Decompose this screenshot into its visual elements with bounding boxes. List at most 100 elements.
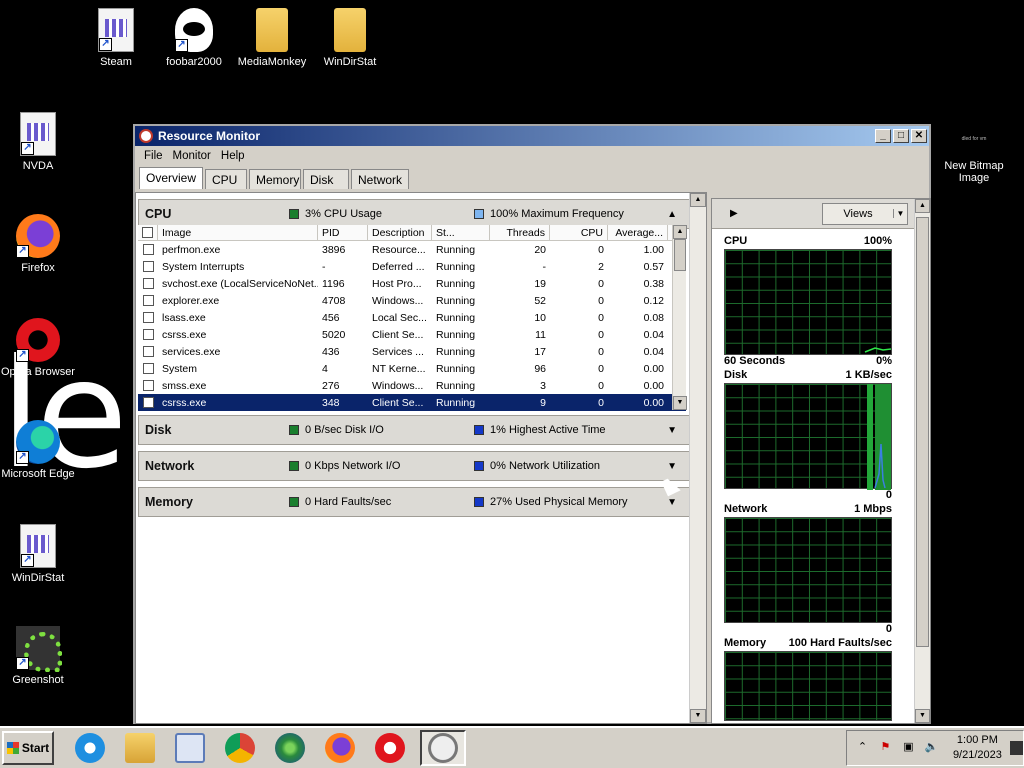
table-row[interactable]: csrss.exe 5020 Client Se... Running 11 0 0.04	[138, 326, 686, 343]
memory-section-header[interactable]: Memory 0 Hard Faults/sec 27% Used Physic…	[138, 487, 690, 517]
table-row[interactable]: explorer.exe 4708 Windows... Running 52 0 0.12	[138, 292, 686, 309]
process-image: csrss.exe	[162, 396, 207, 409]
row-checkbox[interactable]	[138, 380, 158, 391]
scroll-up-icon[interactable]: ▲	[673, 225, 687, 239]
taskbar-file-explorer[interactable]	[120, 730, 160, 766]
desktop-icon-firefox[interactable]: ↗ Firefox	[0, 214, 78, 274]
expand-down-icon[interactable]: ▼	[667, 497, 677, 508]
table-row[interactable]: smss.exe 276 Windows... Running 3 0 0.00	[138, 377, 686, 394]
process-status: Running	[436, 396, 476, 409]
desktop-icon-opera[interactable]: ↗ Opera Browser	[0, 318, 78, 378]
tab-network[interactable]: Network	[351, 169, 410, 189]
desktop-icon-windirstat[interactable]: ↗ WinDirStat	[0, 524, 78, 584]
row-checkbox[interactable]	[138, 312, 158, 323]
table-row[interactable]: perfmon.exe 3896 Resource... Running 20 0 1.00	[138, 241, 686, 258]
desktop-icon-steam[interactable]: ↗ Steam	[76, 8, 156, 68]
tab-cpu[interactable]: CPU	[205, 169, 248, 189]
desktop-icon-nvda[interactable]: ↗ NVDA	[0, 112, 78, 172]
close-button[interactable]: ✕	[911, 129, 927, 143]
table-row[interactable]: svchost.exe (LocalServiceNoNet... 1196 Hos…	[138, 275, 686, 292]
process-cpu: 0	[598, 396, 604, 409]
row-checkbox[interactable]	[138, 397, 158, 408]
table-row[interactable]: System 4 NT Kerne... Running 96 0 0.00	[138, 360, 686, 377]
row-checkbox[interactable]	[138, 295, 158, 306]
scroll-down-icon[interactable]: ▼	[690, 709, 706, 723]
row-checkbox[interactable]	[138, 346, 158, 357]
desktop-icon-foobar2000[interactable]: ↗ foobar2000	[154, 8, 234, 68]
volume-muted-icon[interactable]: 🔈	[924, 740, 939, 756]
table-row[interactable]: System Interrupts - Deferred ... Running - 2 0…	[138, 258, 686, 275]
network-graph-title: Network	[724, 503, 768, 515]
menu-monitor[interactable]: Monitor	[168, 150, 216, 162]
scroll-down-icon[interactable]: ▼	[915, 709, 930, 723]
row-checkbox[interactable]	[138, 278, 158, 289]
expand-down-icon[interactable]: ▼	[667, 425, 677, 436]
taskbar-internet-explorer[interactable]	[70, 730, 110, 766]
start-button[interactable]: Start	[2, 731, 54, 765]
tab-memory[interactable]: Memory	[249, 169, 302, 189]
process-cpu: 0	[598, 294, 604, 307]
disk-section-header[interactable]: Disk 0 B/sec Disk I/O 1% Highest Active …	[138, 415, 690, 445]
desktop-icon-edge[interactable]: ↗ Microsoft Edge	[0, 420, 78, 480]
row-checkbox[interactable]	[138, 244, 158, 255]
title-bar[interactable]: Resource Monitor _ □ ✕	[135, 126, 929, 146]
scroll-thumb[interactable]	[916, 217, 929, 647]
cpu-graph	[724, 249, 892, 355]
column-pid[interactable]: PID	[318, 225, 368, 240]
resource-monitor-window: Resource Monitor _ □ ✕ File Monitor Help…	[133, 124, 931, 724]
row-checkbox[interactable]	[138, 329, 158, 340]
taskbar-media-player[interactable]	[170, 730, 210, 766]
collapse-pane-icon[interactable]: ▶	[730, 208, 738, 219]
tab-overview[interactable]: Overview	[139, 167, 204, 189]
table-row[interactable]: csrss.exe 348 Client Se... Running 9 0 0.00	[138, 394, 686, 411]
expand-down-icon[interactable]: ▼	[667, 461, 677, 472]
row-checkbox[interactable]	[138, 363, 158, 374]
column-average[interactable]: Average...	[608, 225, 668, 240]
select-all-checkbox[interactable]	[138, 225, 158, 240]
overview-scrollbar[interactable]: ▲ ▼	[689, 193, 706, 723]
action-center-icon[interactable]: ⚑	[878, 740, 893, 756]
maximize-button[interactable]: □	[893, 129, 909, 143]
section-title: Network	[145, 459, 195, 473]
minimize-button[interactable]: _	[875, 129, 891, 143]
desktop-icon-windirstat-folder[interactable]: WinDirStat	[310, 8, 390, 68]
scroll-up-icon[interactable]: ▲	[690, 193, 706, 207]
tab-disk[interactable]: Disk	[303, 169, 350, 189]
column-image[interactable]: Image	[158, 225, 318, 240]
menu-help[interactable]: Help	[216, 150, 250, 162]
menu-file[interactable]: File	[139, 150, 168, 162]
desktop-icon-mediamonkey[interactable]: MediaMonkey	[232, 8, 312, 68]
physical-memory-stat: 27% Used Physical Memory	[474, 496, 659, 508]
scroll-up-icon[interactable]: ▲	[915, 199, 930, 213]
show-desktop-icon[interactable]	[1009, 741, 1023, 755]
views-button[interactable]: Views ▼	[822, 202, 908, 225]
desktop-icon-new-bitmap[interactable]: dled for vm New Bitmap Image	[938, 136, 1010, 184]
column-threads[interactable]: Threads	[490, 225, 550, 240]
show-hidden-icons-chevron-icon[interactable]: ⌃	[855, 740, 870, 756]
column-description[interactable]: Description	[368, 225, 432, 240]
taskbar-firefox[interactable]	[320, 730, 360, 766]
desktop-icon-greenshot[interactable]: ↗ Greenshot	[0, 626, 78, 686]
process-description: Windows...	[372, 294, 424, 307]
column-status[interactable]: St...	[432, 225, 490, 240]
process-table-scrollbar[interactable]: ▲ ▼	[672, 225, 687, 410]
network-status-icon[interactable]: ▣	[901, 740, 916, 756]
table-row[interactable]: services.exe 436 Services ... Running 17 0 0.0…	[138, 343, 686, 360]
desktop-icon-label: Opera Browser	[1, 366, 75, 378]
taskbar-resource-monitor[interactable]	[420, 730, 466, 766]
network-section-header[interactable]: Network 0 Kbps Network I/O 0% Network Ut…	[138, 451, 690, 481]
bitmap-thumbnail-text: dled for vm	[961, 136, 987, 142]
taskbar-windows[interactable]	[270, 730, 310, 766]
process-cpu: 2	[598, 260, 604, 273]
table-row[interactable]: lsass.exe 456 Local Sec... Running 10 0 0.08	[138, 309, 686, 326]
process-status: Running	[436, 294, 476, 307]
clock[interactable]: 1:00 PM 9/21/2023	[953, 733, 1002, 763]
scroll-down-icon[interactable]: ▼	[673, 396, 687, 410]
collapse-up-icon[interactable]: ▲	[667, 209, 677, 220]
row-checkbox[interactable]	[138, 261, 158, 272]
graph-pane-scrollbar[interactable]: ▲ ▼	[914, 199, 930, 723]
taskbar-opera[interactable]	[370, 730, 410, 766]
taskbar-chrome[interactable]	[220, 730, 260, 766]
column-cpu[interactable]: CPU	[550, 225, 608, 240]
scroll-thumb[interactable]	[674, 239, 686, 271]
